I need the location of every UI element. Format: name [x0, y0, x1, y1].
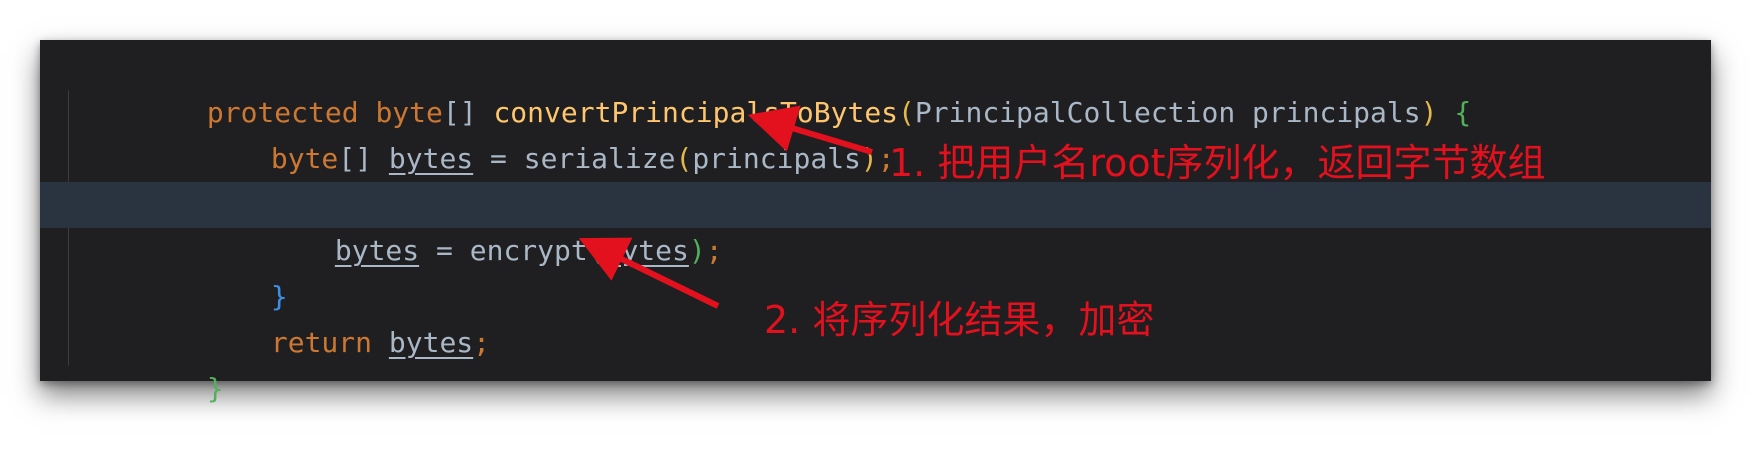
annotation-serialize: 1. 把用户名root序列化，返回字节数组: [889, 141, 1546, 185]
annotation-encrypt: 2. 将序列化结果，加密: [764, 298, 1155, 342]
arrow-to-serialize: [747, 105, 873, 155]
arrow-to-encrypt: [578, 237, 720, 309]
annotation-arrows: [578, 105, 873, 309]
